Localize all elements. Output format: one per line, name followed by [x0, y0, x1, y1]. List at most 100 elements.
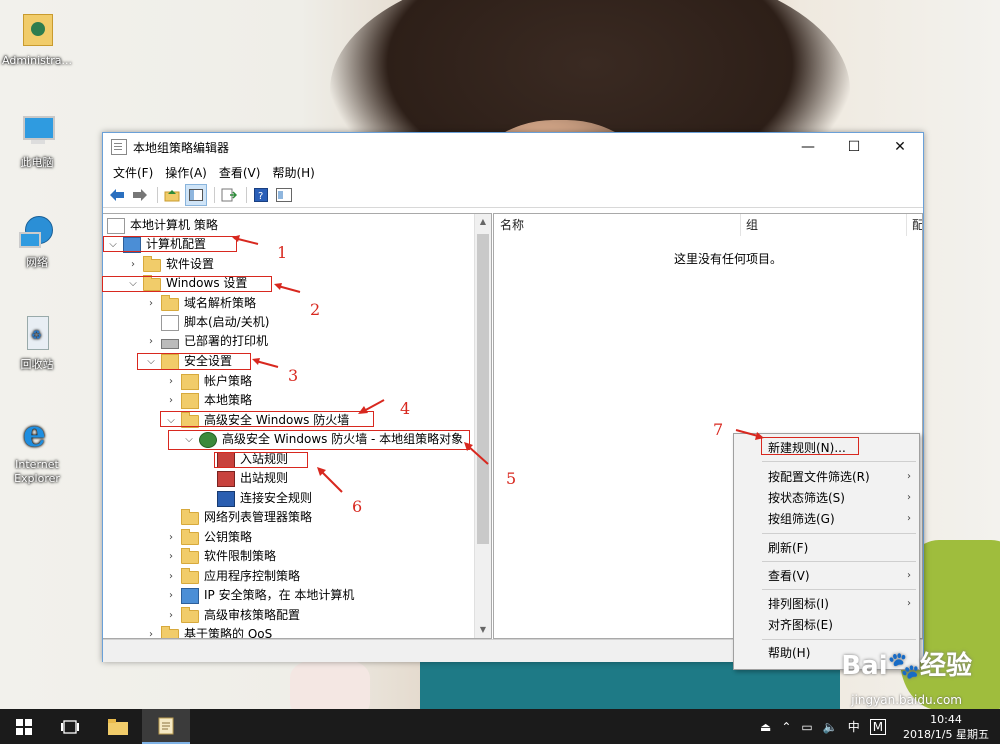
- start-button[interactable]: [0, 709, 48, 744]
- task-view-icon: [61, 719, 79, 734]
- usb-device-icon[interactable]: ⏏: [760, 720, 771, 734]
- chevron-right-icon[interactable]: ›: [145, 625, 157, 638]
- menu-separator: [762, 589, 916, 590]
- menu-item-view[interactable]: 查看(V) ›: [734, 566, 919, 586]
- file-explorer-taskbar-button[interactable]: [94, 709, 142, 744]
- tree-item-deployed-printers[interactable]: › 已部署的打印机: [145, 332, 268, 351]
- svg-text:?: ?: [258, 191, 263, 202]
- tree-item-public-key-policies[interactable]: › 公钥策略: [165, 528, 252, 547]
- chevron-right-icon[interactable]: ›: [165, 606, 177, 625]
- menu-item-label: 排列图标(I): [768, 597, 829, 611]
- column-header-name[interactable]: 名称: [494, 214, 741, 236]
- chevron-right-icon[interactable]: ›: [165, 567, 177, 586]
- menu-item-filter-group[interactable]: 按组筛选(G) ›: [734, 509, 919, 529]
- watermark-url: jingyan.baidu.com: [851, 693, 962, 707]
- ime-language[interactable]: 中: [848, 718, 860, 735]
- annotation-box-advanced-firewall: [160, 411, 374, 427]
- back-arrow-icon[interactable]: [107, 185, 127, 205]
- scroll-up-icon[interactable]: ▲: [475, 214, 491, 230]
- properties-pane-icon[interactable]: [274, 185, 294, 205]
- maximize-button[interactable]: ☐: [831, 133, 877, 161]
- tree-item-software-settings[interactable]: › 软件设置: [127, 255, 214, 274]
- menu-item-arrange-icons[interactable]: 排列图标(I) ›: [734, 594, 919, 614]
- tree-item-ip-security[interactable]: › IP 安全策略，在 本地计算机: [165, 586, 354, 605]
- menu-file[interactable]: 文件(F): [107, 164, 159, 181]
- up-folder-icon[interactable]: [162, 185, 182, 205]
- tree-item-connection-security-rules[interactable]: 连接安全规则: [217, 489, 312, 508]
- tree-item-name-resolution-policy[interactable]: › 域名解析策略: [145, 294, 256, 313]
- chevron-right-icon[interactable]: ›: [165, 547, 177, 566]
- show-hidden-icons-icon[interactable]: ⌃: [781, 720, 791, 734]
- menu-item-refresh[interactable]: 刷新(F): [734, 538, 919, 558]
- file-explorer-icon: [108, 718, 128, 735]
- help-icon[interactable]: ?: [251, 185, 271, 205]
- desktop-icon-administrator[interactable]: Administra...: [0, 10, 74, 68]
- menu-item-filter-profile[interactable]: 按配置文件筛选(R) ›: [734, 467, 919, 487]
- tree-label: 软件限制策略: [204, 549, 277, 563]
- scroll-down-icon[interactable]: ▼: [475, 622, 491, 638]
- menu-separator: [762, 461, 916, 462]
- chevron-right-icon[interactable]: ›: [165, 586, 177, 605]
- clock-date: 2018/1/5 星期五: [903, 728, 989, 741]
- printer-icon: [161, 338, 179, 349]
- annotation-number-3: 3: [288, 366, 299, 385]
- folder-icon: [181, 509, 199, 525]
- tree-label: 连接安全规则: [240, 491, 313, 505]
- minimize-button[interactable]: —: [785, 133, 831, 161]
- annotation-box-security-settings: [137, 353, 251, 370]
- chevron-right-icon[interactable]: ›: [145, 332, 157, 351]
- network-icon[interactable]: ▭: [801, 720, 812, 734]
- desktop-icon-internet-explorer[interactable]: e Internet Explorer: [0, 414, 74, 486]
- tree-item-network-list-manager[interactable]: 网络列表管理器策略: [165, 508, 312, 527]
- tree-item-policy-based-qos[interactable]: › 基于策略的 QoS: [145, 625, 272, 638]
- chevron-right-icon[interactable]: ›: [165, 528, 177, 547]
- menu-action[interactable]: 操作(A): [159, 164, 213, 181]
- menu-view[interactable]: 查看(V): [213, 164, 267, 181]
- annotation-box-computer-config: [103, 236, 237, 252]
- menu-separator: [762, 561, 916, 562]
- tree-item-advanced-audit[interactable]: › 高级审核策略配置: [165, 606, 300, 625]
- desktop-icon-recycle-bin[interactable]: ♻ 回收站: [0, 314, 74, 372]
- column-header-profile[interactable]: 配: [906, 214, 922, 236]
- desktop-icon-network[interactable]: 网络: [0, 212, 74, 270]
- tree-item-app-control[interactable]: › 应用程序控制策略: [165, 567, 300, 586]
- title-bar[interactable]: 本地组策略编辑器 — ☐ ✕: [103, 133, 923, 161]
- ime-mode[interactable]: M: [869, 718, 887, 735]
- chevron-right-icon[interactable]: ›: [127, 255, 139, 274]
- export-list-icon[interactable]: [219, 185, 239, 205]
- submenu-arrow-icon: ›: [907, 513, 911, 524]
- folder-icon: [161, 626, 179, 638]
- desktop-icon-this-pc[interactable]: 此电脑: [0, 112, 74, 170]
- chevron-right-icon[interactable]: ›: [165, 372, 177, 391]
- task-view-button[interactable]: [46, 709, 94, 744]
- close-button[interactable]: ✕: [877, 133, 923, 161]
- chevron-right-icon[interactable]: ›: [165, 391, 177, 410]
- submenu-arrow-icon: ›: [907, 471, 911, 482]
- tree-item-scripts[interactable]: 脚本(启动/关机): [145, 313, 269, 332]
- tree-item-account-policies[interactable]: › 帐户策略: [165, 372, 252, 391]
- toolbar-separator: [157, 187, 158, 203]
- tree-item-local-policies[interactable]: › 本地策略: [165, 391, 252, 410]
- recycle-bin-icon: ♻: [17, 314, 57, 354]
- annotation-arrow-5: [464, 442, 489, 465]
- tree-item-software-restriction[interactable]: › 软件限制策略: [165, 547, 276, 566]
- annotation-arrow-3: [252, 358, 279, 368]
- menu-help[interactable]: 帮助(H): [266, 164, 320, 181]
- annotation-box-new-rule: [761, 437, 859, 455]
- tree-item-outbound-rules[interactable]: 出站规则: [217, 469, 288, 488]
- annotation-arrow-7: [735, 429, 764, 440]
- tree-scrollbar[interactable]: ▲ ▼: [474, 214, 491, 638]
- tree-root[interactable]: 本地计算机 策略: [107, 216, 218, 235]
- ip-security-icon: [181, 587, 199, 604]
- chevron-right-icon[interactable]: ›: [145, 294, 157, 313]
- menu-item-filter-state[interactable]: 按状态筛选(S) ›: [734, 488, 919, 508]
- column-header-group[interactable]: 组: [740, 214, 907, 236]
- menu-item-line-up-icons[interactable]: 对齐图标(E): [734, 615, 919, 635]
- clock[interactable]: 10:44 2018/1/5 星期五: [896, 712, 996, 742]
- policy-editor-taskbar-button[interactable]: [142, 709, 190, 744]
- show-hide-console-tree-icon[interactable]: [185, 184, 207, 206]
- forward-arrow-icon[interactable]: [130, 185, 150, 205]
- volume-icon[interactable]: 🔈: [823, 720, 838, 734]
- network-globe-icon: [17, 212, 57, 252]
- scrollbar-thumb[interactable]: [477, 234, 489, 544]
